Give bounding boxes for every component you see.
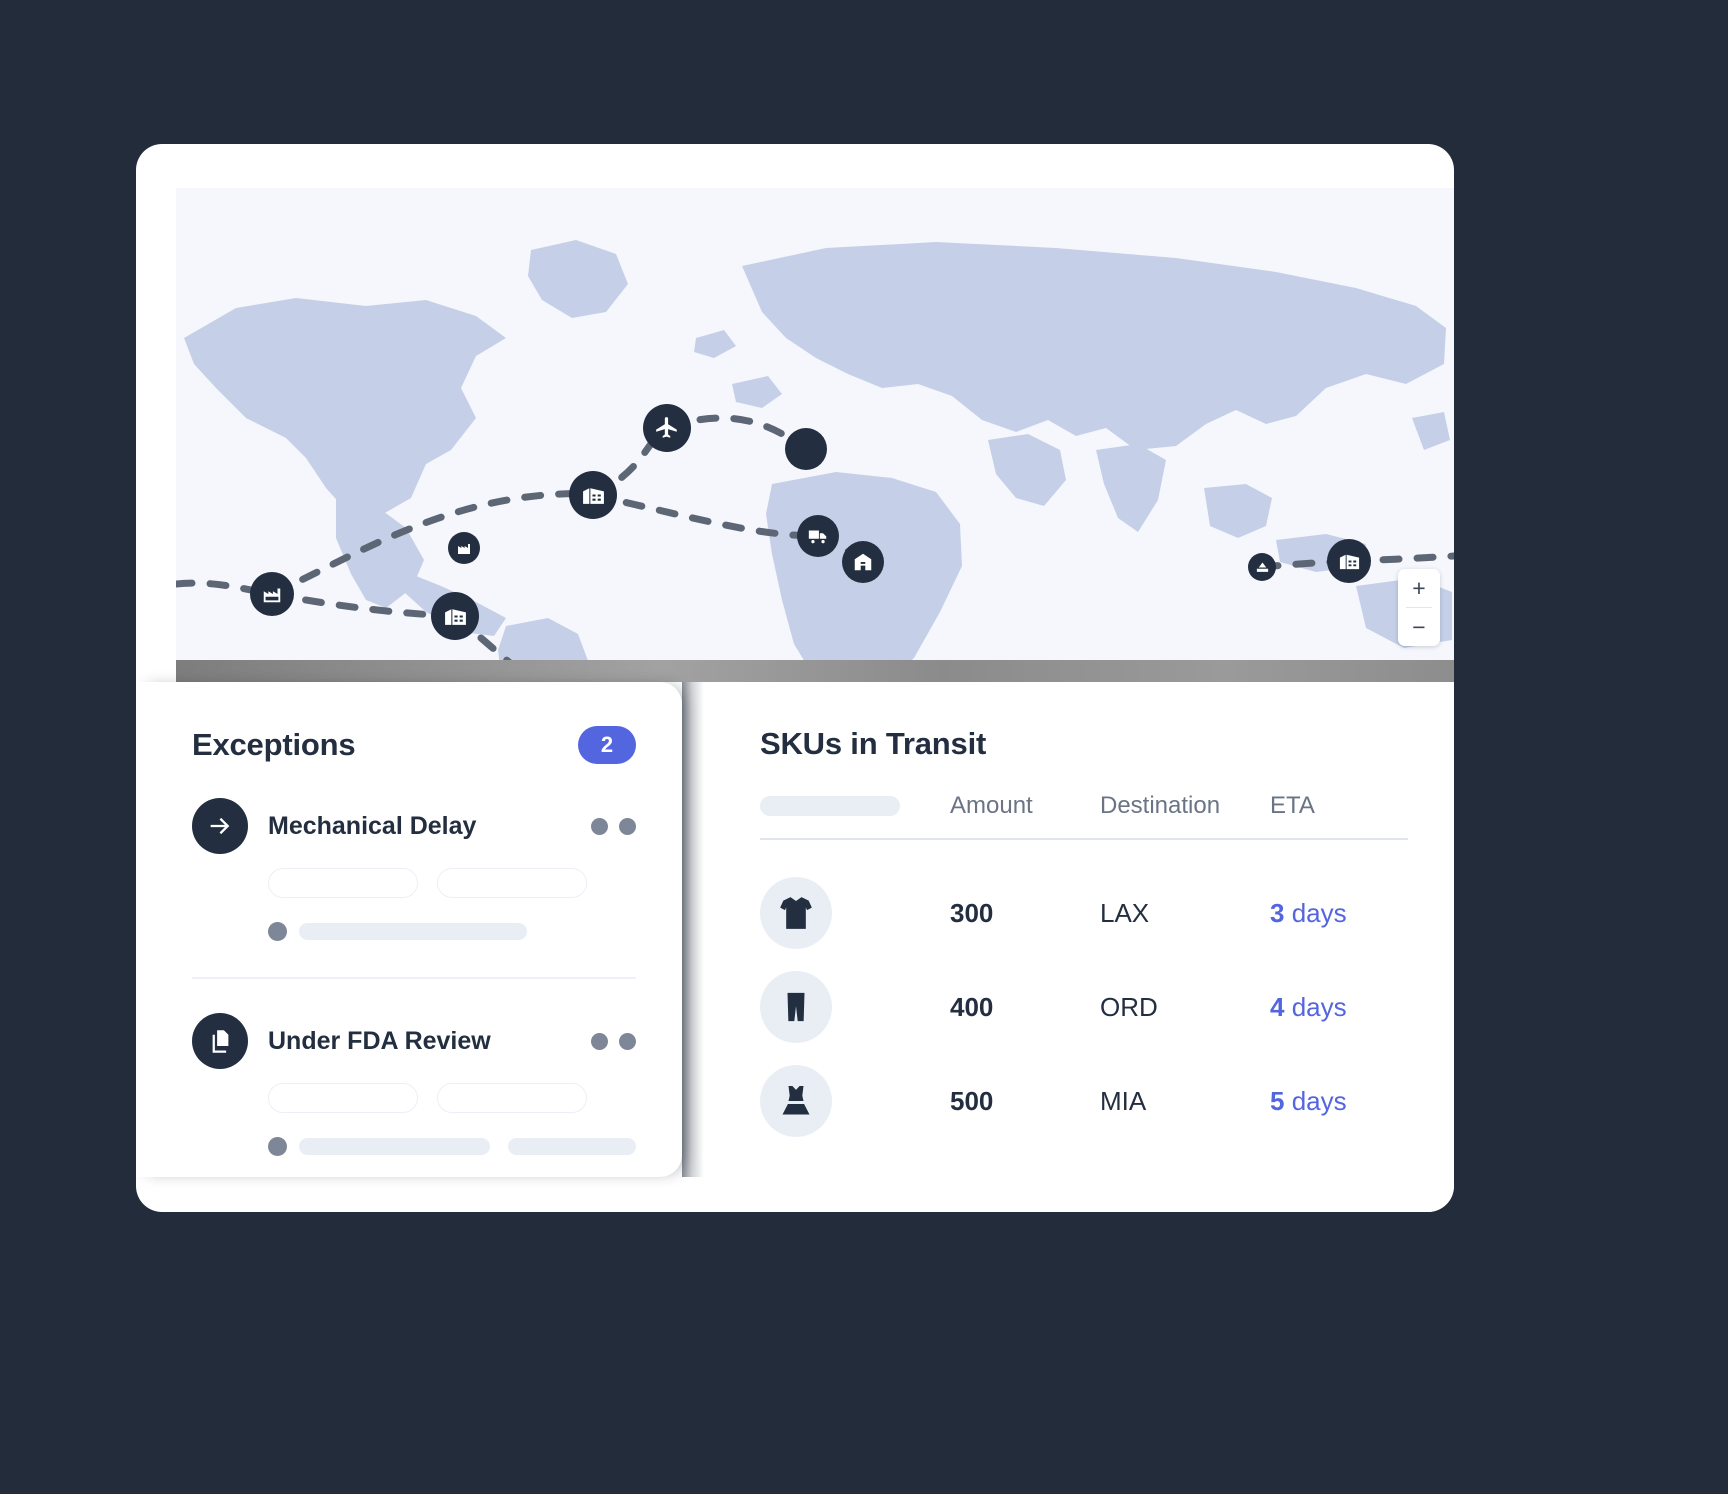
skus-table: Amount Destination ETA 300 LAX 3 days 40…: [760, 792, 1408, 1148]
zoom-in-button[interactable]: +: [1398, 569, 1440, 607]
sku-icon-wrapper: [760, 971, 832, 1043]
dashboard-card: + − SKUs in Transit Amount Destination E…: [136, 144, 1454, 1212]
panel-divider-shadow: [682, 682, 704, 1177]
exception-header-row: Under FDA Review: [192, 1013, 636, 1069]
exceptions-panel: Exceptions 2 Mechanical Delay Under FDA …: [136, 682, 682, 1177]
sku-amount: 300: [950, 897, 994, 928]
warehouse-icon: [444, 608, 466, 625]
factory-icon: [263, 588, 281, 603]
sku-eta-unit: days: [1291, 991, 1347, 1022]
dress-icon: [782, 1086, 810, 1115]
sku-eta-value: 4: [1270, 991, 1285, 1022]
placeholder-bar: [299, 923, 527, 940]
skus-table-divider: [760, 838, 1408, 840]
bullet-dot-icon: [268, 922, 287, 941]
dot-icon: [591, 1032, 608, 1050]
truck-icon: [808, 530, 827, 544]
pants-icon: [787, 992, 805, 1022]
factory-small-icon: [458, 544, 470, 554]
truck-marker-mediterranean[interactable]: [797, 515, 839, 557]
exception-tag-placeholders: [268, 1083, 636, 1113]
documents-icon: [212, 1029, 228, 1053]
skus-column-header-destination: Destination: [1100, 792, 1221, 819]
exception-name: Mechanical Delay: [268, 811, 477, 840]
tshirt-icon: [780, 897, 812, 929]
sku-icon-wrapper: [760, 1065, 832, 1137]
exception-detail-placeholder: [268, 1137, 636, 1156]
exception-tag-placeholders: [268, 868, 636, 898]
table-row[interactable]: 400 ORD 4 days: [760, 960, 1408, 1054]
warehouse-icon: [1339, 554, 1359, 569]
warehouse-marker-north-africa[interactable]: [842, 541, 884, 583]
plane-marker-atlantic[interactable]: [643, 404, 691, 452]
status-badge: 2: [578, 726, 636, 764]
exception-header-row: Mechanical Delay: [192, 798, 636, 854]
placeholder-pill: [437, 1083, 587, 1113]
placeholder-pill: [268, 1083, 418, 1113]
exceptions-list: Mechanical Delay Under FDA Review: [136, 764, 682, 1156]
table-row[interactable]: 500 MIA 5 days: [760, 1054, 1408, 1148]
factory-marker-west-coast[interactable]: [250, 572, 294, 616]
placeholder-pill: [268, 868, 418, 898]
exception-options-dots[interactable]: [591, 1032, 636, 1050]
exceptions-title: Exceptions: [192, 727, 356, 762]
exception-detail-placeholder: [268, 922, 636, 941]
arrow-right-icon: [210, 817, 230, 835]
skus-column-header-amount: Amount: [950, 792, 1033, 819]
sku-eta-value: 3: [1270, 897, 1285, 928]
sku-eta: 5 days: [1270, 1086, 1410, 1117]
exception-avatar: [192, 1013, 248, 1069]
exception-avatar: [192, 798, 248, 854]
sku-icon-wrapper: [760, 877, 832, 949]
plane-icon: [656, 417, 677, 438]
map-bottom-gradient-bar: [176, 660, 1454, 682]
skus-column-header-eta: ETA: [1270, 792, 1315, 819]
port-marker-southeast-asia[interactable]: [1248, 553, 1276, 581]
sku-eta: 3 days: [1270, 898, 1410, 929]
placeholder-pill: [437, 868, 587, 898]
skus-panel: SKUs in Transit Amount Destination ETA 3…: [704, 682, 1454, 1212]
placeholder-bar: [299, 1138, 490, 1155]
skus-table-header-row: Amount Destination ETA: [760, 792, 1408, 838]
map-landmass: [184, 240, 1452, 660]
map-zoom-controls[interactable]: + −: [1398, 569, 1440, 646]
list-item[interactable]: Mechanical Delay: [192, 764, 636, 979]
skus-header: SKUs in Transit: [704, 682, 1454, 762]
dot-icon: [619, 817, 636, 835]
exceptions-header: Exceptions 2: [136, 682, 682, 764]
dot-icon: [619, 1032, 636, 1050]
skus-column-header-icon-placeholder: [760, 796, 900, 816]
sku-destination: MIA: [1100, 1085, 1147, 1116]
dot-icon: [591, 817, 608, 835]
warehouse-marker-central-us[interactable]: [431, 592, 479, 640]
home-warehouse-icon: [854, 553, 872, 571]
sku-amount: 500: [950, 1085, 994, 1116]
table-row[interactable]: 300 LAX 3 days: [760, 866, 1408, 960]
zoom-out-button[interactable]: −: [1398, 608, 1440, 646]
sku-destination: LAX: [1100, 897, 1150, 928]
sku-eta-unit: days: [1291, 1085, 1347, 1116]
exception-name: Under FDA Review: [268, 1026, 491, 1055]
screenshot-stage: + − SKUs in Transit Amount Destination E…: [0, 0, 1728, 1494]
warehouse-marker-north-atlantic[interactable]: [569, 471, 617, 519]
world-map[interactable]: + −: [176, 188, 1454, 660]
exception-options-dots[interactable]: [591, 817, 636, 835]
sku-destination: ORD: [1100, 991, 1158, 1022]
placeholder-bar: [507, 1138, 636, 1155]
sku-amount: 400: [950, 991, 994, 1022]
destination-marker-europe[interactable]: [785, 428, 827, 470]
warehouse-icon: [582, 487, 604, 504]
sku-eta-value: 5: [1270, 1085, 1285, 1116]
sku-eta: 4 days: [1270, 992, 1410, 1023]
bullet-dot-icon: [268, 1137, 287, 1156]
sku-eta-unit: days: [1291, 897, 1347, 928]
skus-title: SKUs in Transit: [760, 726, 987, 761]
factory-marker-east-us[interactable]: [448, 532, 480, 564]
port-icon: [1256, 562, 1268, 572]
list-item[interactable]: Under FDA Review: [192, 979, 636, 1156]
bottom-panels: SKUs in Transit Amount Destination ETA 3…: [136, 682, 1454, 1212]
warehouse-marker-east-asia[interactable]: [1327, 539, 1371, 583]
